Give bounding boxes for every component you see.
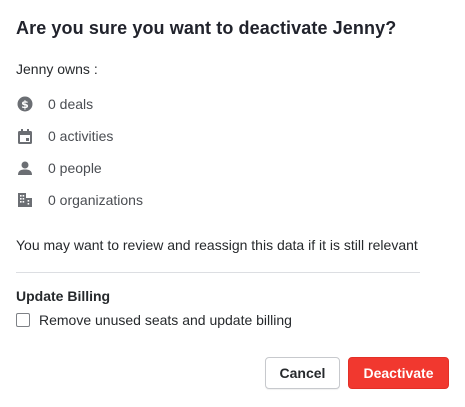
owns-label: Jenny owns : (16, 61, 98, 77)
owned-item-label: 0 people (48, 160, 102, 176)
owned-item-activities: 0 activities (16, 120, 436, 152)
remove-seats-checkbox[interactable] (16, 313, 30, 327)
person-icon (16, 159, 34, 177)
owned-item-organizations: 0 organizations (16, 184, 436, 216)
dialog-title: Are you sure you want to deactivate Jenn… (16, 18, 397, 38)
owned-item-deals: $ 0 deals (16, 88, 436, 120)
building-icon (16, 191, 34, 209)
owned-item-label: 0 organizations (48, 192, 143, 208)
owned-item-people: 0 people (16, 152, 436, 184)
deactivate-button[interactable]: Deactivate (348, 357, 449, 389)
owned-items-list: $ 0 deals 0 activities 0 people 0 organi… (16, 88, 436, 216)
deactivate-user-dialog: Are you sure you want to deactivate Jenn… (0, 0, 465, 407)
dollar-icon: $ (16, 95, 34, 113)
owned-item-label: 0 deals (48, 96, 94, 112)
update-billing-heading: Update Billing (16, 288, 111, 304)
divider (16, 272, 420, 273)
svg-text:$: $ (21, 98, 29, 111)
cancel-button[interactable]: Cancel (265, 357, 340, 389)
owned-item-label: 0 activities (48, 128, 114, 144)
calendar-icon (16, 127, 34, 145)
reassign-note: You may want to review and reassign this… (16, 237, 418, 253)
remove-seats-label[interactable]: Remove unused seats and update billing (39, 312, 292, 328)
remove-seats-option[interactable]: Remove unused seats and update billing (16, 312, 292, 328)
